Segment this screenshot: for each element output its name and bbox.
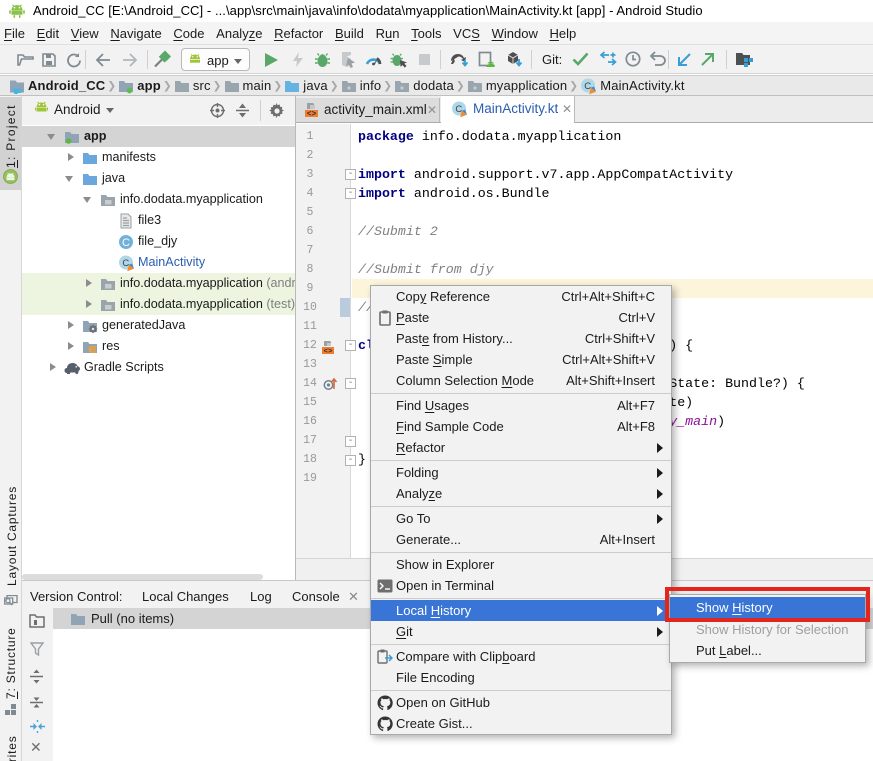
svg-text:<>: <>: [323, 348, 333, 355]
svg-text:C: C: [122, 237, 130, 249]
svg-text:<>: <>: [307, 110, 317, 118]
